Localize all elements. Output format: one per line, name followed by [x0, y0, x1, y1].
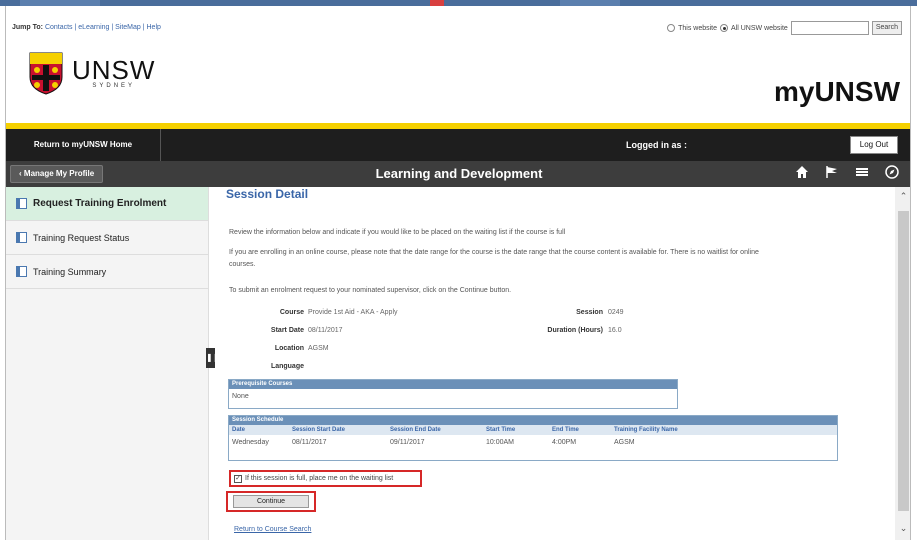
- schedule-column-headers: Date Session Start Date Session End Date…: [229, 425, 837, 435]
- prerequisite-grid-title: Prerequisite Courses: [229, 380, 677, 389]
- document-icon: [16, 198, 27, 209]
- course-label: Course: [279, 309, 304, 316]
- manage-profile-button[interactable]: ‹ Manage My Profile: [10, 165, 104, 183]
- jump-links[interactable]: Contacts | eLearning | SiteMap | Help: [45, 24, 161, 31]
- unsw-logo[interactable]: UNSW SYDNEY: [28, 51, 155, 95]
- table-cell: AGSM: [614, 439, 635, 446]
- sidebar-item-label: Request Training Enrolment: [33, 198, 167, 209]
- document-icon: [16, 232, 27, 243]
- logo-sub-text: SYDNEY: [92, 83, 136, 89]
- course-value: Provide 1st Aid - AKA - Apply: [308, 309, 398, 316]
- prerequisite-grid: Prerequisite Courses None: [228, 379, 678, 409]
- prerequisite-value: None: [232, 393, 249, 400]
- logo-main-text: UNSW: [72, 55, 156, 85]
- waitlist-option: ✓ If this session is full, place me on t…: [229, 470, 422, 487]
- logout-button[interactable]: Log Out: [850, 136, 898, 154]
- document-icon: [16, 266, 27, 277]
- table-cell: Wednesday: [232, 439, 269, 446]
- start-date-value: 08/11/2017: [308, 327, 343, 334]
- start-date-label: Start Date: [270, 327, 304, 334]
- sidebar-item-request-status[interactable]: Training Request Status: [6, 221, 208, 255]
- jump-to-links: Jump To: Contacts | eLearning | SiteMap …: [12, 24, 161, 31]
- brand-title: myUNSW: [773, 76, 900, 107]
- radio-all-unsw[interactable]: [720, 24, 729, 32]
- nav-bar: Learning and Development ‹ Manage My Pro…: [6, 161, 910, 187]
- waitlist-checkbox[interactable]: ✓: [234, 474, 242, 483]
- radio-this-website-label: This website: [678, 24, 718, 32]
- top-bar: Return to myUNSW Home Logged in as : Log…: [6, 129, 910, 161]
- table-cell: 10:00AM: [486, 439, 515, 446]
- instruction-text-3: To submit an enrolment request to your n…: [229, 287, 512, 294]
- table-cell: 08/11/2017: [292, 439, 327, 446]
- column-header: Training Facility Name: [614, 427, 678, 433]
- scroll-up-icon[interactable]: ⌃: [895, 191, 910, 202]
- duration-value: 16.0: [608, 327, 622, 334]
- location-value: AGSM: [308, 345, 329, 352]
- column-header: Date: [232, 427, 246, 433]
- page-frame: Jump To: Contacts | eLearning | SiteMap …: [5, 6, 911, 540]
- search-button[interactable]: Search: [871, 21, 902, 35]
- jump-prefix: Jump To:: [12, 24, 43, 31]
- return-home-link[interactable]: Return to myUNSW Home: [6, 129, 161, 161]
- site-search: This website All UNSW website Search: [667, 21, 902, 35]
- duration-label: Duration (Hours): [547, 327, 603, 334]
- site-search-input[interactable]: [790, 21, 869, 35]
- page-title: Learning and Development: [375, 166, 543, 181]
- sidebar-item-training-summary[interactable]: Training Summary: [6, 255, 208, 289]
- chevron-left-icon: ‹: [19, 169, 22, 178]
- language-label: Language: [270, 363, 304, 370]
- column-header: Session Start Date: [292, 427, 346, 433]
- section-heading: Session Detail: [226, 187, 309, 201]
- continue-highlight: Continue: [226, 491, 316, 512]
- return-to-course-search-link[interactable]: Return to Course Search: [234, 526, 311, 533]
- instruction-text-2a: If you are enrolling in an online course…: [229, 249, 759, 256]
- sidebar-item-request-enrolment[interactable]: Request Training Enrolment: [6, 187, 208, 221]
- pause-icon: ❚❚: [206, 353, 220, 362]
- continue-button[interactable]: Continue: [233, 495, 309, 508]
- logged-in-label: Logged in as :: [626, 140, 688, 150]
- crest-icon: [29, 52, 63, 95]
- sidebar-item-label: Training Summary: [33, 266, 107, 277]
- flag-icon[interactable]: [824, 165, 840, 181]
- home-icon[interactable]: [794, 165, 810, 181]
- waitlist-label: If this session is full, place me on the…: [245, 475, 394, 482]
- session-schedule-grid: Session Schedule Date Session Start Date…: [228, 415, 838, 461]
- vertical-scrollbar[interactable]: ⌃ ⌄: [895, 187, 910, 540]
- table-row: Wednesday 08/11/2017 09/11/2017 10:00AM …: [229, 435, 837, 451]
- radio-all-unsw-label: All UNSW website: [731, 24, 788, 32]
- radio-this-website[interactable]: [667, 24, 676, 32]
- sidebar: Request Training Enrolment Training Requ…: [6, 187, 209, 540]
- column-header: End Time: [552, 427, 579, 433]
- scrollbar-thumb[interactable]: [898, 211, 909, 511]
- sidebar-item-label: Training Request Status: [33, 232, 130, 243]
- compass-icon[interactable]: [884, 165, 900, 181]
- session-label: Session: [576, 309, 603, 316]
- collapse-sidebar-button[interactable]: ❚❚: [206, 348, 219, 368]
- main-content: Session Detail Review the information be…: [220, 187, 890, 540]
- table-cell: 09/11/2017: [390, 439, 425, 446]
- scroll-down-icon[interactable]: ⌄: [895, 523, 910, 534]
- menu-icon[interactable]: [854, 165, 870, 181]
- column-header: Start Time: [486, 427, 516, 433]
- manage-profile-label: Manage My Profile: [23, 169, 95, 178]
- column-header: Session End Date: [390, 427, 441, 433]
- session-value: 0249: [608, 309, 624, 316]
- table-row: None: [229, 389, 677, 405]
- table-cell: 4:00PM: [552, 439, 577, 446]
- instruction-text-1: Review the information below and indicat…: [229, 229, 566, 236]
- instruction-text-2b: courses.: [229, 261, 256, 268]
- location-label: Location: [274, 345, 304, 352]
- session-schedule-title: Session Schedule: [229, 416, 837, 425]
